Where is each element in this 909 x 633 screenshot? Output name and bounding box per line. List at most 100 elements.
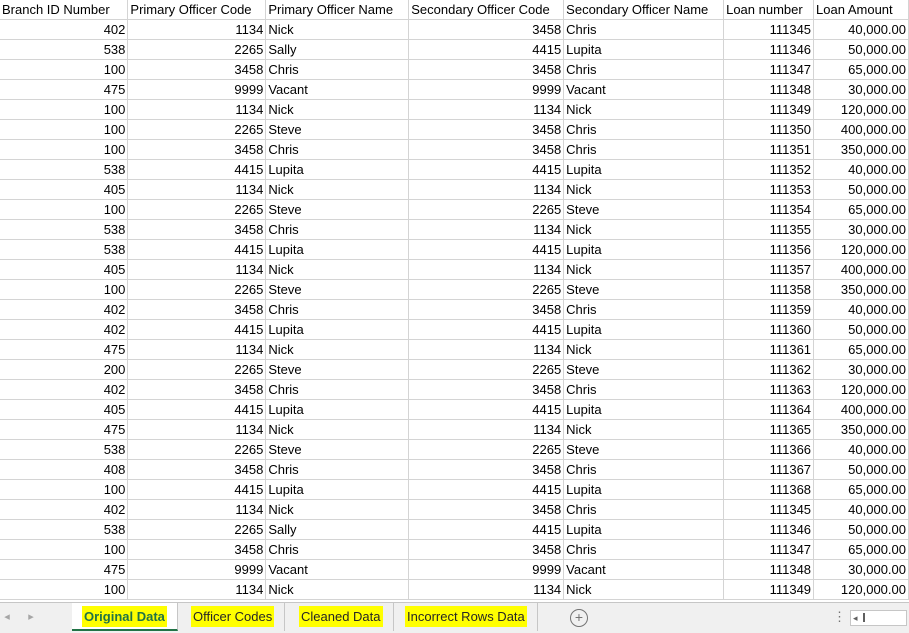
horizontal-scrollbar[interactable]: ◂	[850, 610, 907, 626]
cell-primary-officer-code[interactable]: 4415	[127, 319, 267, 340]
cell-loan-amount[interactable]: 120,000.00	[813, 579, 909, 600]
cell-loan-amount[interactable]: 50,000.00	[813, 179, 909, 200]
tab-cleaned-data[interactable]: Cleaned Data	[289, 603, 394, 631]
header-branch-id[interactable]: Branch ID Number	[0, 0, 129, 20]
cell-primary-officer-name[interactable]: Chris	[265, 379, 410, 400]
cell-secondary-officer-name[interactable]: Lupita	[563, 399, 725, 420]
cell-secondary-officer-name[interactable]: Chris	[563, 379, 725, 400]
cell-loan-amount[interactable]: 40,000.00	[813, 499, 909, 520]
cell-secondary-officer-code[interactable]: 1134	[408, 419, 565, 440]
cell-secondary-officer-name[interactable]: Nick	[563, 579, 725, 600]
cell-primary-officer-name[interactable]: Chris	[265, 139, 410, 160]
cell-loan-number[interactable]: 111348	[723, 79, 815, 100]
cell-secondary-officer-code[interactable]: 2265	[408, 359, 565, 380]
cell-primary-officer-code[interactable]: 2265	[127, 39, 267, 60]
cell-loan-number[interactable]: 111366	[723, 439, 815, 460]
cell-primary-officer-code[interactable]: 1134	[127, 339, 267, 360]
cell-primary-officer-name[interactable]: Nick	[265, 419, 410, 440]
cell-primary-officer-code[interactable]: 1134	[127, 259, 267, 280]
cell-loan-amount[interactable]: 50,000.00	[813, 319, 909, 340]
cell-loan-amount[interactable]: 65,000.00	[813, 539, 909, 560]
cell-branch-id[interactable]: 100	[0, 479, 129, 500]
cell-primary-officer-code[interactable]: 3458	[127, 219, 267, 240]
cell-secondary-officer-code[interactable]: 1134	[408, 219, 565, 240]
cell-secondary-officer-code[interactable]: 3458	[408, 59, 565, 80]
cell-primary-officer-name[interactable]: Steve	[265, 119, 410, 140]
more-options-icon[interactable]: ⋮	[833, 609, 846, 625]
cell-primary-officer-name[interactable]: Steve	[265, 279, 410, 300]
cell-branch-id[interactable]: 100	[0, 279, 129, 300]
cell-primary-officer-code[interactable]: 3458	[127, 139, 267, 160]
cell-secondary-officer-code[interactable]: 2265	[408, 439, 565, 460]
cell-secondary-officer-code[interactable]: 9999	[408, 559, 565, 580]
cell-secondary-officer-name[interactable]: Lupita	[563, 39, 725, 60]
cell-primary-officer-name[interactable]: Chris	[265, 219, 410, 240]
cell-branch-id[interactable]: 100	[0, 59, 129, 80]
cell-primary-officer-name[interactable]: Sally	[265, 39, 410, 60]
cell-loan-number[interactable]: 111349	[723, 579, 815, 600]
cell-primary-officer-code[interactable]: 1134	[127, 579, 267, 600]
plus-circle-icon[interactable]: +	[570, 609, 588, 627]
cell-primary-officer-code[interactable]: 2265	[127, 199, 267, 220]
chevron-left-icon[interactable]: ◂	[0, 610, 14, 624]
cell-loan-amount[interactable]: 120,000.00	[813, 239, 909, 260]
cell-primary-officer-name[interactable]: Sally	[265, 519, 410, 540]
cell-primary-officer-code[interactable]: 1134	[127, 19, 267, 40]
cell-primary-officer-name[interactable]: Lupita	[265, 239, 410, 260]
cell-loan-number[interactable]: 111367	[723, 459, 815, 480]
cell-secondary-officer-code[interactable]: 1134	[408, 179, 565, 200]
cell-loan-amount[interactable]: 350,000.00	[813, 279, 909, 300]
cell-loan-number[interactable]: 111368	[723, 479, 815, 500]
cell-branch-id[interactable]: 100	[0, 579, 129, 600]
cell-loan-amount[interactable]: 120,000.00	[813, 99, 909, 120]
spreadsheet-grid[interactable]: Branch ID Number Primary Officer Code Pr…	[0, 0, 909, 602]
cell-secondary-officer-code[interactable]: 2265	[408, 279, 565, 300]
cell-loan-number[interactable]: 111360	[723, 319, 815, 340]
cell-secondary-officer-name[interactable]: Nick	[563, 219, 725, 240]
cell-secondary-officer-name[interactable]: Steve	[563, 279, 725, 300]
cell-primary-officer-name[interactable]: Nick	[265, 99, 410, 120]
cell-loan-number[interactable]: 111361	[723, 339, 815, 360]
header-secondary-officer-code[interactable]: Secondary Officer Code	[408, 0, 565, 20]
cell-primary-officer-code[interactable]: 2265	[127, 359, 267, 380]
cell-branch-id[interactable]: 200	[0, 359, 129, 380]
cell-secondary-officer-code[interactable]: 1134	[408, 339, 565, 360]
cell-loan-amount[interactable]: 30,000.00	[813, 559, 909, 580]
cell-primary-officer-code[interactable]: 3458	[127, 539, 267, 560]
cell-loan-amount[interactable]: 30,000.00	[813, 79, 909, 100]
cell-secondary-officer-code[interactable]: 1134	[408, 259, 565, 280]
cell-loan-number[interactable]: 111363	[723, 379, 815, 400]
cell-branch-id[interactable]: 402	[0, 319, 129, 340]
cell-secondary-officer-name[interactable]: Chris	[563, 119, 725, 140]
cell-primary-officer-name[interactable]: Nick	[265, 499, 410, 520]
cell-secondary-officer-name[interactable]: Chris	[563, 59, 725, 80]
cell-loan-number[interactable]: 111346	[723, 39, 815, 60]
cell-secondary-officer-name[interactable]: Nick	[563, 339, 725, 360]
cell-loan-number[interactable]: 111354	[723, 199, 815, 220]
cell-branch-id[interactable]: 538	[0, 239, 129, 260]
cell-primary-officer-code[interactable]: 4415	[127, 239, 267, 260]
cell-primary-officer-name[interactable]: Nick	[265, 579, 410, 600]
cell-branch-id[interactable]: 100	[0, 199, 129, 220]
cell-secondary-officer-name[interactable]: Steve	[563, 359, 725, 380]
tab-original-data[interactable]: Original Data	[72, 603, 178, 631]
cell-loan-number[interactable]: 111358	[723, 279, 815, 300]
cell-primary-officer-name[interactable]: Lupita	[265, 479, 410, 500]
header-loan-number[interactable]: Loan number	[723, 0, 815, 20]
cell-secondary-officer-name[interactable]: Chris	[563, 459, 725, 480]
cell-loan-number[interactable]: 111357	[723, 259, 815, 280]
cell-primary-officer-name[interactable]: Chris	[265, 459, 410, 480]
cell-secondary-officer-code[interactable]: 2265	[408, 199, 565, 220]
cell-primary-officer-code[interactable]: 1134	[127, 419, 267, 440]
cell-primary-officer-code[interactable]: 2265	[127, 119, 267, 140]
cell-secondary-officer-code[interactable]: 4415	[408, 39, 565, 60]
cell-branch-id[interactable]: 100	[0, 119, 129, 140]
cell-loan-amount[interactable]: 50,000.00	[813, 459, 909, 480]
header-loan-amount[interactable]: Loan Amount	[813, 0, 909, 20]
cell-primary-officer-name[interactable]: Steve	[265, 359, 410, 380]
cell-primary-officer-code[interactable]: 2265	[127, 279, 267, 300]
cell-primary-officer-name[interactable]: Chris	[265, 539, 410, 560]
cell-loan-amount[interactable]: 65,000.00	[813, 59, 909, 80]
cell-secondary-officer-code[interactable]: 4415	[408, 519, 565, 540]
cell-branch-id[interactable]: 100	[0, 139, 129, 160]
